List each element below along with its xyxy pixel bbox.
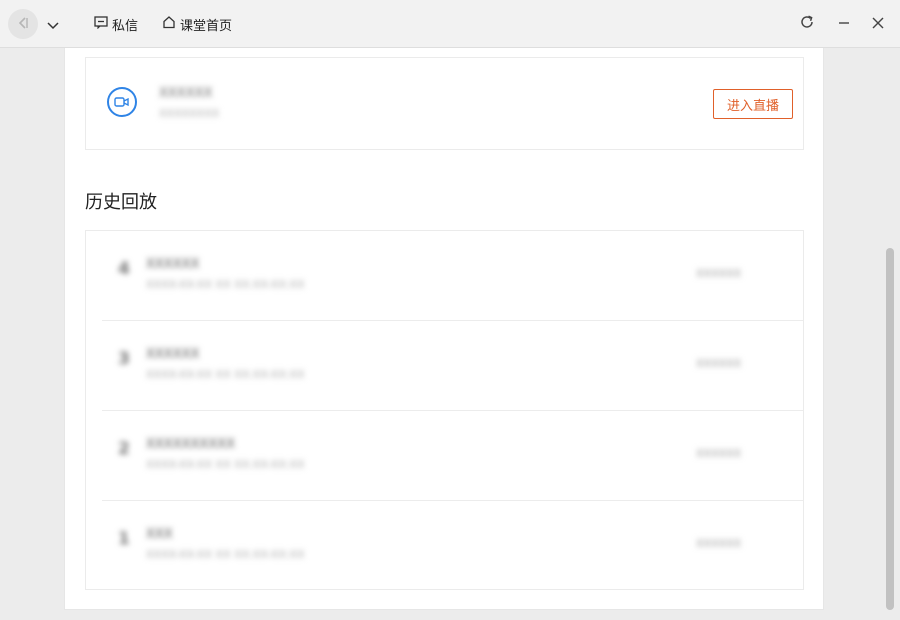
history-dropdown-button[interactable] (44, 14, 62, 34)
course-home-link[interactable]: 课堂首页 (162, 14, 232, 34)
messages-link[interactable]: 私信 (94, 14, 138, 34)
enter-live-button[interactable]: 进入直播 (713, 89, 793, 119)
minimize-icon (837, 15, 851, 34)
row-number: 3 (118, 349, 130, 369)
history-row[interactable]: 4 XXXXXX XXXX-XX-XX XX XX:XX-XX:XX XXXXX… (86, 231, 803, 321)
video-camera-icon (107, 87, 137, 117)
back-button[interactable] (8, 9, 38, 39)
app-window: 私信 课堂首页 XXXXXX XXXXXXXX 进入直播 历史回放 4 XXXX… (0, 0, 900, 620)
row-title: XXXXXXXXXX (146, 437, 236, 452)
row-status: XXXXXX (696, 537, 742, 550)
live-card: XXXXXX XXXXXXXX 进入直播 (85, 57, 804, 150)
row-number: 4 (118, 259, 130, 279)
refresh-button[interactable] (797, 14, 817, 34)
history-row[interactable]: 3 XXXXXX XXXX-XX-XX XX XX:XX-XX:XX XXXXX… (86, 321, 803, 411)
refresh-icon (799, 14, 815, 34)
back-icon (16, 15, 30, 34)
message-icon (94, 15, 112, 33)
course-home-label: 课堂首页 (180, 18, 233, 34)
live-subtitle: XXXXXXXX (159, 107, 220, 120)
title-bar: 私信 课堂首页 (0, 0, 900, 48)
row-number: 2 (118, 439, 130, 459)
history-list: 4 XXXXXX XXXX-XX-XX XX XX:XX-XX:XX XXXXX… (85, 230, 804, 590)
row-number: 1 (118, 529, 130, 549)
row-status: XXXXXX (696, 267, 742, 280)
row-time: XXXX-XX-XX XX XX:XX-XX:XX (146, 278, 305, 291)
row-time: XXXX-XX-XX XX XX:XX-XX:XX (146, 368, 305, 381)
row-time: XXXX-XX-XX XX XX:XX-XX:XX (146, 548, 305, 561)
messages-label: 私信 (112, 18, 139, 34)
history-title: 历史回放 (85, 192, 157, 213)
history-row[interactable]: 1 XXX XXXX-XX-XX XX XX:XX-XX:XX XXXXXX (86, 501, 803, 591)
close-button[interactable] (868, 14, 888, 34)
course-page: XXXXXX XXXXXXXX 进入直播 历史回放 4 XXXXXX XXXX-… (64, 48, 824, 610)
chevron-down-icon (47, 15, 59, 34)
row-time: XXXX-XX-XX XX XX:XX-XX:XX (146, 458, 305, 471)
row-title: XXXXXX (146, 257, 200, 272)
scrollbar-thumb[interactable] (886, 248, 894, 610)
row-status: XXXXXX (696, 357, 742, 370)
minimize-button[interactable] (834, 14, 854, 34)
live-title: XXXXXX (159, 86, 213, 101)
row-title: XXXXXX (146, 347, 200, 362)
close-icon (871, 15, 885, 34)
home-icon (162, 15, 180, 33)
row-title: XXX (146, 527, 173, 542)
row-status: XXXXXX (696, 447, 742, 460)
history-row[interactable]: 2 XXXXXXXXXX XXXX-XX-XX XX XX:XX-XX:XX X… (86, 411, 803, 501)
